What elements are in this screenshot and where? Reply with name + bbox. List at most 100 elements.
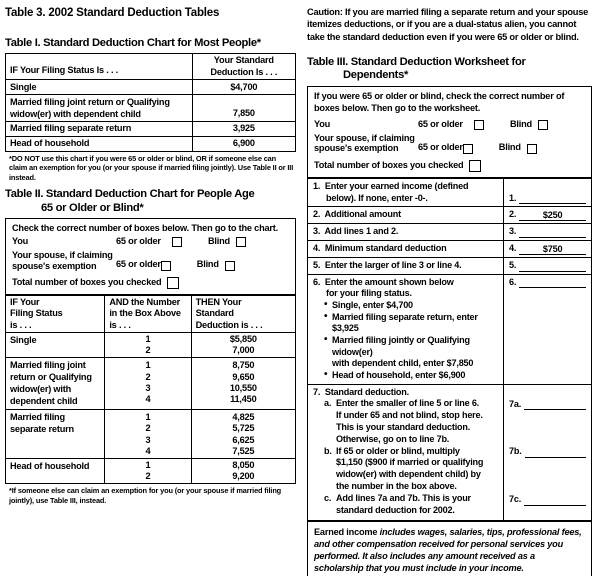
line6-text: 6. Enter the amount shown below for your… [307, 273, 504, 385]
table1-header-amount-l2: Deduction Is . . . [210, 66, 278, 77]
table2-status-single: Single [4, 331, 106, 359]
table3-panel-lead-l2: boxes below. Then go to the worksheet. [314, 102, 481, 113]
table2-boxes-single: 12 [104, 331, 192, 359]
table2-amounts-single: $5,850 7,000 [190, 331, 297, 359]
table3-total-label: Total number of boxes you checked [314, 159, 464, 170]
line7b-mark: b. [324, 445, 332, 456]
table3-spouse-label-l2: spouse's exemption [314, 143, 399, 154]
line1-amount-cell[interactable]: 1. [503, 177, 592, 208]
table1-amount-hoh: 6,900 [191, 135, 297, 152]
table1-title: Table I. Standard Deduction Chart for Mo… [5, 37, 261, 49]
line7a-amount-field[interactable] [524, 399, 586, 411]
table-row: Single 12 $5,850 7,000 [4, 331, 297, 359]
table1-status-hoh: Head of household [5, 135, 193, 152]
table2-title-line2: 65 or Older or Blind* [41, 201, 144, 214]
table1-status-mfj: Married filing joint return or Qualifyin… [5, 94, 193, 122]
line7-sublist: a. Enter the smaller of line 5 or line 6… [313, 398, 500, 516]
line1-text-l2: below). If none, enter -0-. [326, 192, 428, 203]
table2-you-age-checkbox[interactable] [172, 237, 182, 248]
table3-spouse-label-l1: Your spouse, if claiming [314, 132, 415, 143]
worksheet-line-4: 4. Minimum standard deduction 4. $750 [307, 239, 592, 258]
line3-amount-field[interactable] [519, 227, 586, 238]
line1-no-text: 1. Enter your earned income (defined [313, 180, 469, 191]
list-item: Married filing jointly or Qualifying wid… [324, 334, 500, 370]
list-item: Head of household, enter $6,900 [324, 369, 500, 382]
table3-you-label: You [314, 118, 331, 129]
table2-you-blind-label: Blind [208, 236, 230, 247]
line2-amount-cell[interactable]: 2. $250 [503, 206, 592, 225]
table2-spouse-age-checkbox[interactable] [160, 261, 171, 272]
list-item: Single, enter $4,700 [324, 299, 500, 312]
table2-header-amount: THEN Your Standard Deduction is . . . [190, 295, 297, 333]
table3-worksheet: 1. Enter your earned income (defined bel… [307, 177, 592, 521]
table3-spouse-row: Your spouse, if claiming spouse's exempt… [314, 133, 585, 154]
table2-amounts-hoh: 8,050 9,200 [190, 457, 297, 485]
line6-amount-cell[interactable]: 6. [503, 273, 592, 385]
line7c-amt-no: 7c. [509, 494, 522, 505]
table3-you-age-label: 65 or older [418, 118, 463, 129]
line3-amt-no: 3. [509, 226, 517, 237]
table2-header-status: IF Your Filing Status is . . . [4, 295, 106, 333]
table-row: Married filing separate return 3,925 [5, 120, 297, 137]
table2-spouse-label-l1: Your spouse, if claiming [12, 250, 113, 261]
table1-amount-mfs: 3,925 [191, 120, 297, 137]
table2-amounts-mfj: 8,750 9,650 10,550 11,450 [190, 357, 297, 411]
table3-total-box[interactable] [469, 159, 482, 172]
table-row: Head of household 6,900 [5, 135, 297, 152]
line4-text: 4. Minimum standard deduction [307, 239, 504, 258]
line2-amount-field[interactable]: $250 [519, 210, 586, 222]
earned-income-lead: Earned income [314, 526, 378, 537]
table2-title: Table II. Standard Deduction Chart for P… [5, 188, 296, 215]
table2-you-row: You 65 or older Blind [12, 236, 289, 248]
line6-amount-field[interactable] [519, 277, 586, 289]
table3-spouse-blind-checkbox[interactable] [526, 143, 537, 154]
table3-spouse-age-checkbox[interactable] [462, 143, 473, 154]
line7a-amt-no: 7a. [509, 398, 522, 409]
line3-amount-cell[interactable]: 3. [503, 223, 592, 241]
table3-panel-lead-l1: If you were 65 or older or blind, check … [314, 90, 565, 101]
line7b-amount-field[interactable] [524, 447, 586, 459]
table3-you-blind-checkbox[interactable] [537, 119, 548, 130]
table-row: Married filing separate return 1234 4,82… [4, 409, 297, 459]
page-title: Table 3. 2002 Standard Deduction Tables [5, 7, 220, 19]
line5-amount-cell[interactable]: 5. [503, 256, 592, 275]
table2-spouse-age-label: 65 or older [116, 259, 161, 270]
table1-status-mfs: Married filing separate return [5, 120, 193, 137]
line4-amount-cell[interactable]: 4. $750 [503, 239, 592, 258]
table2-header-row: IF Your Filing Status is . . . AND the N… [4, 295, 297, 333]
table2-you-age-label: 65 or older [116, 236, 161, 247]
table2-total-box[interactable] [167, 277, 180, 290]
table-row: Married filing joint return or Qualifyin… [4, 357, 297, 411]
line2-amt-no: 2. [509, 209, 517, 220]
line1-amt-no: 1. [509, 192, 517, 203]
table2-status-mfs: Married filing separate return [4, 409, 106, 459]
line7-amount-cell[interactable]: 7a. 7b. 7c. [503, 383, 592, 521]
line1-text: 1. Enter your earned income (defined bel… [307, 177, 504, 208]
table2-you-blind-checkbox[interactable] [235, 237, 246, 248]
table2-spouse-blind-checkbox[interactable] [224, 261, 235, 272]
table3-total-row: Total number of boxes you checked [314, 159, 585, 172]
list-item-7b: b. If 65 or older or blind, multiply $1,… [324, 445, 484, 492]
line6-bullets: Single, enter $4,700 Married filing sepa… [313, 299, 500, 382]
line1-amount-field[interactable] [519, 193, 586, 205]
table2-boxes-mfj: 1234 [104, 357, 192, 411]
table2-spouse-blind-label: Blind [196, 259, 219, 270]
table1-header-row: IF Your Filing Status Is . . . Your Stan… [5, 53, 297, 81]
line5-amount-field[interactable] [519, 261, 586, 272]
table3-you-age-checkbox[interactable] [474, 119, 484, 130]
line5-amt-no: 5. [509, 259, 517, 270]
caution-note: Caution: If you are married filing a sep… [307, 7, 589, 42]
line7-text: 7. Standard deduction. a. Enter the smal… [307, 383, 504, 521]
table1-amount-mfj: 7,850 [191, 94, 297, 122]
table3-spouse-label: Your spouse, if claiming spouse's exempt… [314, 133, 418, 154]
table-row: Head of household 12 8,050 9,200 [4, 457, 297, 485]
line7c-amount-field[interactable] [524, 495, 586, 506]
table3-title-line2: Dependents* [343, 69, 409, 82]
table2-boxes-mfs: 1234 [104, 409, 192, 459]
table2: IF Your Filing Status is . . . AND the N… [4, 295, 297, 485]
table1-header-amount-l1: Your Standard [213, 55, 274, 66]
line4-amount-field[interactable]: $750 [519, 244, 586, 255]
table2-status-hoh: Head of household [4, 457, 106, 485]
table2-amounts-mfs: 4,825 5,725 6,625 7,525 [190, 409, 297, 459]
table1-header-amount: Your Standard Deduction Is . . . [191, 53, 297, 81]
